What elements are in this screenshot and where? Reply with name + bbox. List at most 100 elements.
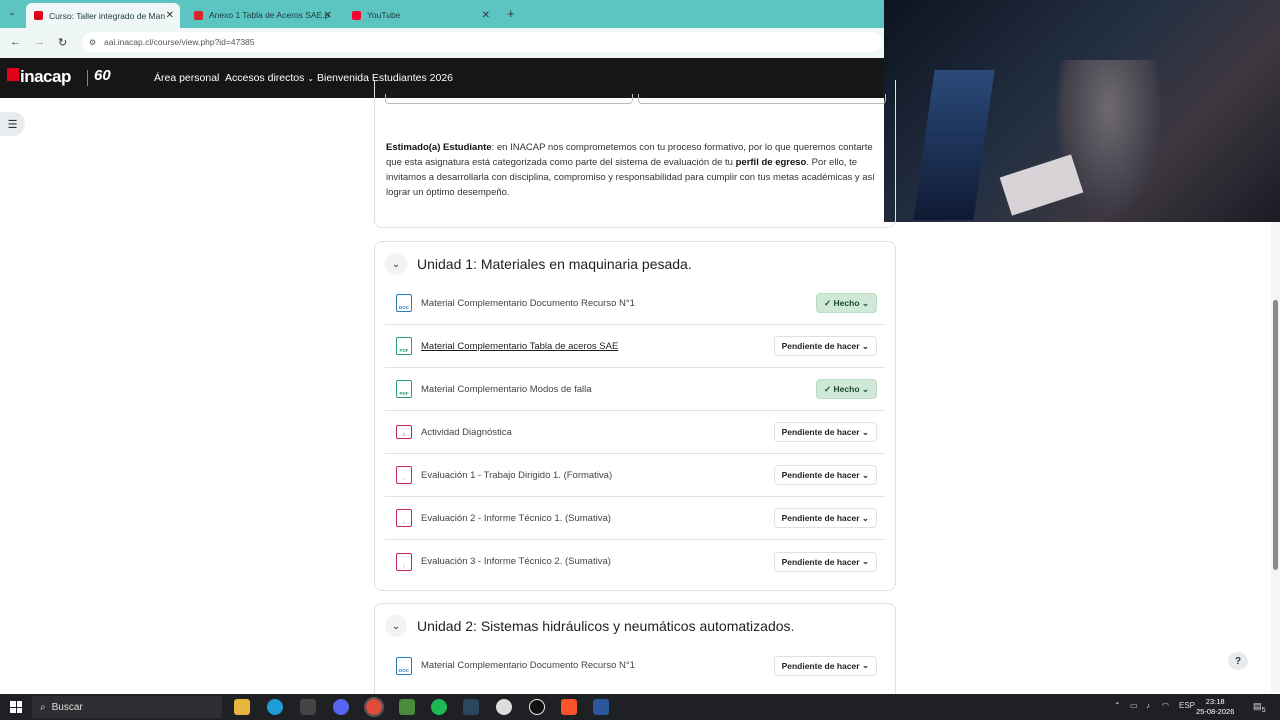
page-scrollbar[interactable] (1271, 222, 1280, 692)
completion-status-button[interactable]: Pendiente de hacer ⌄ (773, 655, 877, 676)
nav-label: Accesos directos (225, 72, 305, 84)
close-icon[interactable]: ✕ (482, 10, 490, 21)
tray-network-icon[interactable]: ▭ (1130, 701, 1138, 710)
status-label: Pendiente de hacer (781, 341, 860, 351)
activity-row: DOC Material Complementario Documento Re… (385, 644, 885, 687)
steam-icon[interactable] (463, 699, 479, 715)
tab-title: Anexo 1 Tabla de Aceros SAE.p (209, 10, 330, 20)
status-label: Pendiente de hacer (781, 427, 860, 437)
completion-status-button[interactable]: ✓ Hecho ⌄ (816, 293, 877, 313)
tray-wifi-icon[interactable]: ◠ (1162, 701, 1169, 710)
completion-status-button[interactable]: ✓ Hecho ⌄ (816, 379, 877, 399)
activity-row: ≡ Actividad Diagnóstica Pendiente de hac… (385, 411, 885, 454)
webcam-monitor (913, 70, 995, 220)
url-text: aai.inacap.cl/course/view.php?id=47385 (104, 37, 255, 47)
forward-arrow-icon[interactable]: → (34, 36, 45, 48)
taskbar-search[interactable]: ⌕ Buscar (32, 696, 222, 718)
back-arrow-icon[interactable]: ← (10, 36, 21, 48)
intro-text: Estimado(a) Estudiante: en INACAP nos co… (386, 140, 886, 200)
unit-1-section: ⌄ Unidad 1: Materiales en maquinaria pes… (374, 241, 896, 591)
clock-date: 25-08-2026 (1196, 707, 1235, 716)
file-explorer-icon[interactable] (234, 699, 250, 715)
course-intro-card: Estimado(a) Estudiante: en INACAP nos co… (374, 80, 896, 228)
close-icon[interactable]: ✕ (166, 10, 174, 21)
reload-icon[interactable]: ↻ (58, 36, 67, 49)
windows-start-icon[interactable] (10, 701, 22, 713)
taskbar-clock[interactable]: 23:18 25-08-2026 (1196, 697, 1234, 717)
clock-time: 23:18 (1205, 697, 1225, 706)
status-label: Hecho (833, 384, 860, 394)
edge-icon[interactable] (267, 699, 283, 715)
browser-tab-strip: ⌄ Curso: Taller integrado de Man ✕ Anexo… (0, 0, 884, 28)
epic-games-icon[interactable] (300, 699, 316, 715)
inacap-favicon-icon (34, 11, 43, 20)
tab-pdf[interactable]: Anexo 1 Tabla de Aceros SAE.p ✕ (186, 4, 338, 26)
chevron-down-icon[interactable]: ⌄ (385, 253, 407, 275)
status-label: Pendiente de hacer (781, 660, 860, 671)
doc-icon: DOC (396, 656, 412, 675)
address-bar-row: ← → ↻ ⚙ aai.inacap.cl/course/view.php?id… (0, 28, 884, 58)
completion-status-button[interactable]: Pendiente de hacer ⌄ (773, 422, 877, 442)
tab-youtube[interactable]: YouTube ✕ (344, 4, 496, 26)
chrome-icon[interactable] (364, 697, 384, 717)
windows-taskbar: ⌕ Buscar ⌃ ▭ ♪ ◠ ESP 23:18 25-08-2026 ▤5 (0, 694, 1280, 720)
youtube-favicon-icon (352, 10, 361, 20)
completion-status-button[interactable]: Pendiente de hacer ⌄ (773, 465, 877, 485)
webcam-overlay (884, 0, 1280, 222)
close-icon[interactable]: ✕ (324, 10, 332, 21)
tray-volume-icon[interactable]: ♪ (1146, 701, 1150, 710)
tray-chevron-icon[interactable]: ⌃ (1114, 701, 1121, 710)
chevron-down-icon[interactable]: ⌄ (385, 615, 407, 637)
notification-icon[interactable]: ▤5 (1253, 701, 1266, 714)
status-label: Pendiente de hacer (781, 470, 860, 480)
tab-search-icon[interactable]: ⌄ (8, 7, 16, 18)
spotify-icon[interactable] (431, 699, 447, 715)
word-icon[interactable] (593, 699, 609, 715)
new-tab-button[interactable]: + (507, 6, 515, 21)
completion-status-button[interactable]: Pendiente de hacer ⌄ (773, 508, 877, 528)
notification-count: 5 (1261, 704, 1266, 714)
minecraft-icon[interactable] (399, 699, 415, 715)
status-label: Pendiente de hacer (781, 513, 860, 523)
pdf-icon: PDF (396, 337, 412, 355)
nav-accesos-directos[interactable]: Accesos directos ⌄ (225, 72, 314, 84)
quiz-icon: ≡ (396, 425, 412, 439)
chevron-down-icon: ⌄ (307, 74, 314, 83)
unit-2-section: ⌄ Unidad 2: Sistemas hidráulicos y neumá… (374, 603, 896, 703)
tab-course[interactable]: Curso: Taller integrado de Man ✕ (26, 3, 180, 28)
doc-icon: DOC (396, 294, 412, 312)
intro-inputs (385, 94, 886, 104)
intro-field-right[interactable] (638, 94, 886, 104)
brave-icon[interactable] (561, 699, 577, 715)
logo-text[interactable]: inacap (20, 67, 71, 87)
activity-row: PDF Material Complementario Modos de fal… (385, 368, 885, 411)
completion-status-button[interactable]: Pendiente de hacer ⌄ (773, 336, 877, 356)
nav-area-personal[interactable]: Área personal (154, 72, 219, 84)
course-index-toggle-icon[interactable]: ☰ (0, 112, 25, 136)
pdf-favicon-icon (194, 10, 203, 20)
unit-2-title[interactable]: Unidad 2: Sistemas hidráulicos y neumáti… (417, 618, 794, 634)
intro-field-left[interactable] (385, 94, 633, 104)
address-bar[interactable]: ⚙ aai.inacap.cl/course/view.php?id=47385 (82, 32, 882, 52)
discord-icon[interactable] (333, 699, 349, 715)
language-indicator[interactable]: ESP (1179, 701, 1195, 710)
scrollbar-thumb[interactable] (1273, 300, 1278, 570)
tab-title: YouTube (367, 10, 401, 20)
chatgpt-icon[interactable] (496, 699, 512, 715)
activity-row: ↑ Evaluación 1 - Trabajo Dirigido 1. (Fo… (385, 454, 885, 497)
help-button[interactable]: ? (1228, 652, 1248, 670)
assignment-icon: ↑ (396, 509, 412, 527)
logo-divider (87, 70, 88, 86)
unit-1-header: ⌄ Unidad 1: Materiales en maquinaria pes… (385, 252, 692, 276)
obs-icon[interactable] (529, 699, 545, 715)
logo-60-anniversary: 60 (94, 67, 111, 84)
assignment-icon: ↑ (396, 552, 412, 571)
activity-row: DOC Material Complementario Documento Re… (385, 282, 885, 325)
intro-lead: Estimado(a) Estudiante (386, 142, 492, 153)
pdf-icon: PDF (396, 380, 412, 398)
completion-status-button[interactable]: Pendiente de hacer ⌄ (773, 551, 877, 572)
intro-bold: perfil de egreso (735, 157, 807, 168)
site-info-icon[interactable]: ⚙ (89, 38, 96, 47)
activity-row: ↑ Evaluación 3 - Informe Técnico 2. (Sum… (385, 540, 885, 583)
unit-1-title[interactable]: Unidad 1: Materiales en maquinaria pesad… (417, 256, 692, 272)
